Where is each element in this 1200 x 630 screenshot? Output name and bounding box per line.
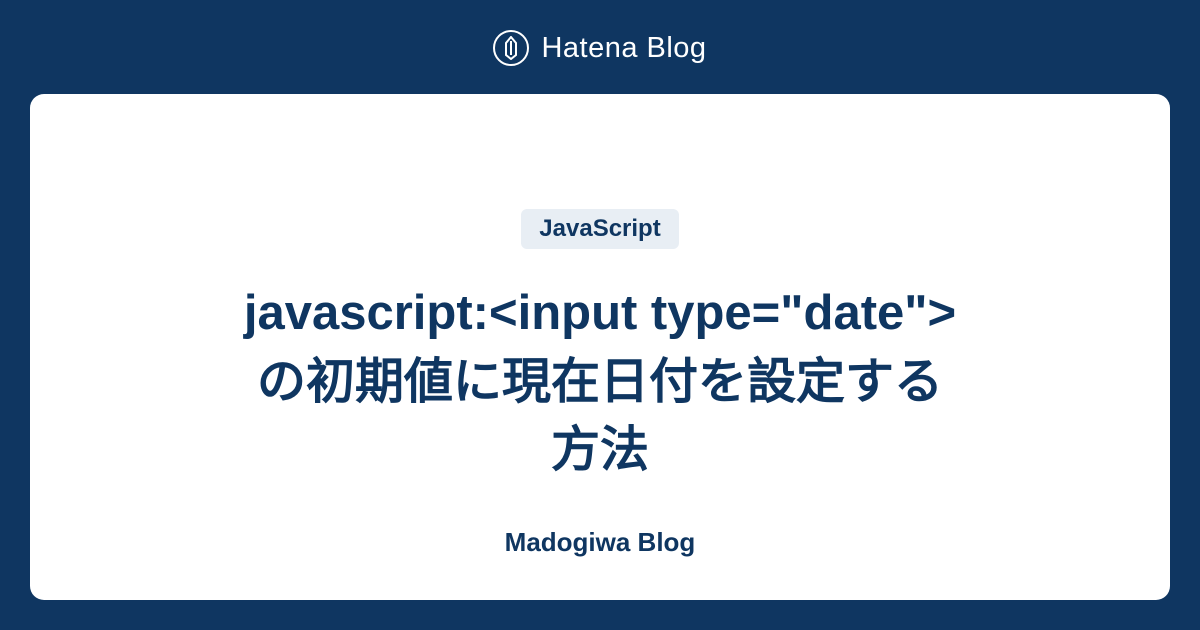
platform-header: Hatena Blog xyxy=(493,30,706,66)
article-card: JavaScript javascript:<input type="date"… xyxy=(30,94,1170,600)
platform-name: Hatena Blog xyxy=(541,32,706,65)
article-title: javascript:<input type="date">の初期値に現在日付を… xyxy=(240,279,960,485)
blog-name: Madogiwa Blog xyxy=(505,527,696,558)
category-tag: JavaScript xyxy=(521,209,678,249)
hatena-logo-icon xyxy=(493,30,529,66)
